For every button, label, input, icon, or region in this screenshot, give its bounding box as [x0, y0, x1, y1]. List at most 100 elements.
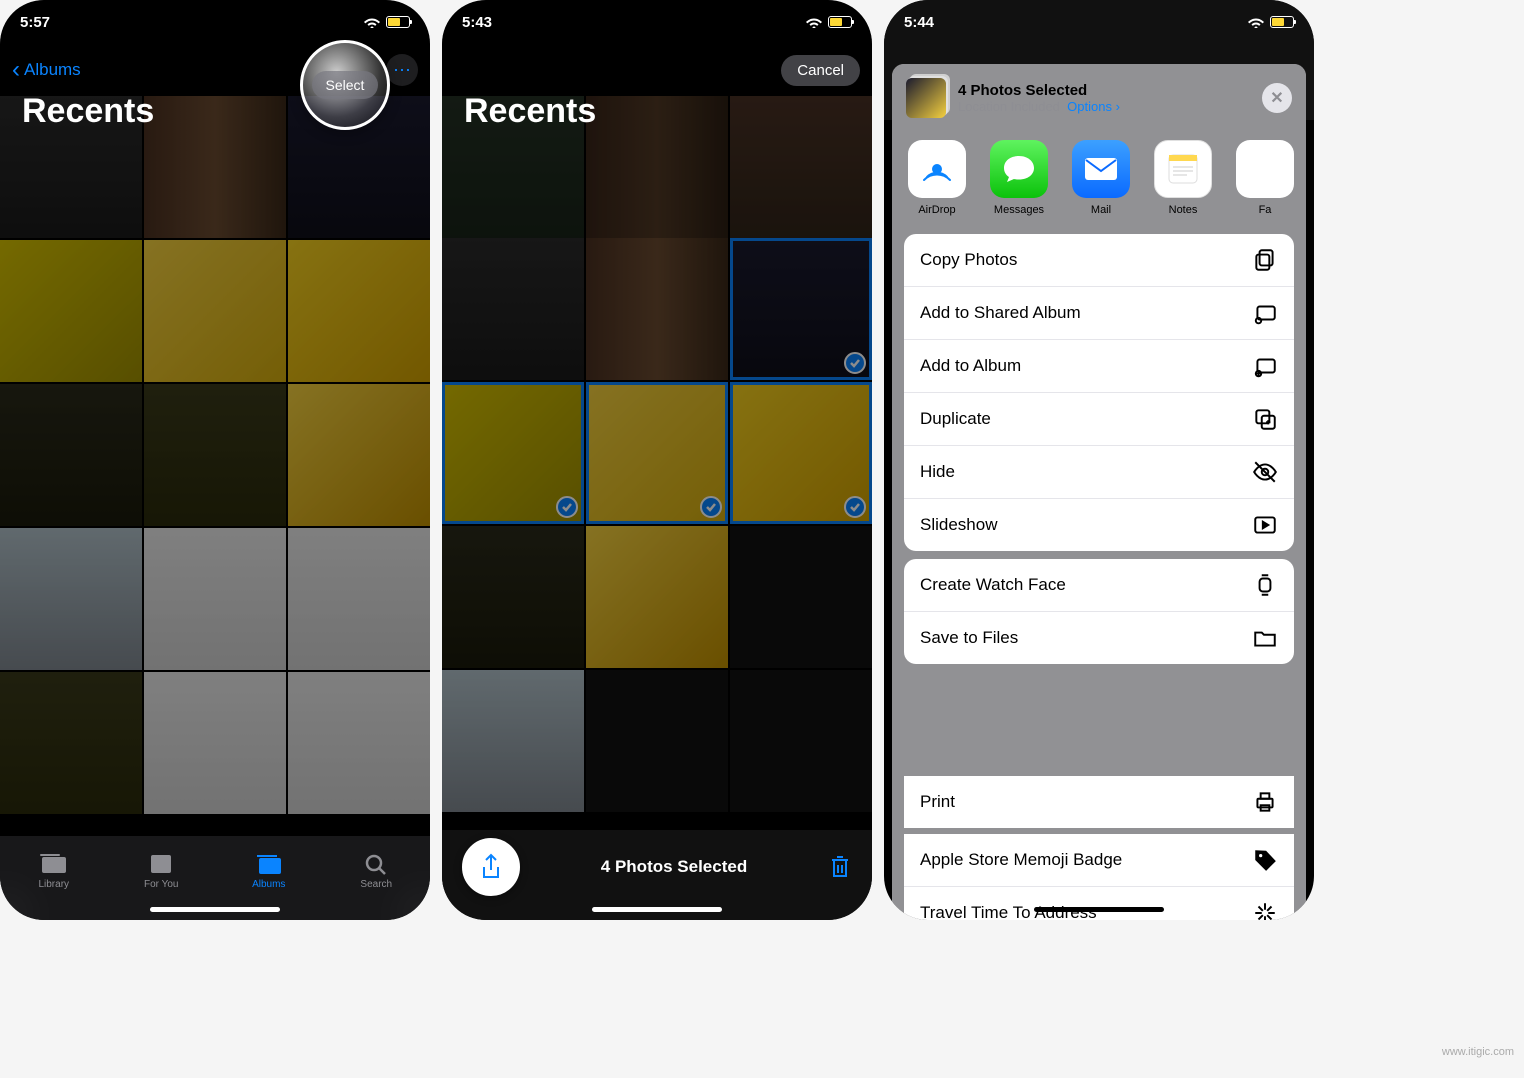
photo-thumbnail[interactable] [144, 384, 286, 526]
screenshot-2: 5:43 Cancel Recents [442, 0, 872, 920]
photo-thumbnail[interactable] [730, 96, 872, 238]
search-icon [362, 853, 390, 875]
photo-thumbnail[interactable] [586, 526, 728, 668]
status-bar: 5:57 [0, 0, 430, 44]
battery-icon [1270, 16, 1294, 28]
share-icon[interactable] [479, 853, 503, 881]
page-title: Recents [464, 92, 596, 131]
select-button[interactable]: Select [312, 71, 379, 99]
action-hide[interactable]: Hide [904, 446, 1294, 499]
action-list: Copy Photos Add to Shared Album Add to A… [892, 234, 1306, 684]
wifi-icon [806, 16, 822, 28]
photo-thumbnail[interactable] [288, 672, 430, 814]
hide-icon [1252, 460, 1278, 484]
clock: 5:44 [904, 14, 934, 31]
action-memoji-badge[interactable]: Apple Store Memoji Badge [904, 834, 1294, 887]
chevron-left-icon: ‹ [12, 56, 20, 84]
share-airdrop[interactable]: AirDrop [906, 140, 968, 216]
photo-thumbnail[interactable] [144, 528, 286, 670]
sheet-header: 4 Photos Selected Location Included Opti… [892, 64, 1306, 132]
photo-thumbnail[interactable] [144, 672, 286, 814]
close-button[interactable]: ✕ [1262, 83, 1292, 113]
status-icons [806, 16, 852, 28]
photo-thumbnail[interactable] [586, 96, 728, 238]
photo-thumbnail-selected[interactable] [442, 382, 584, 524]
back-button[interactable]: ‹ Albums [12, 56, 81, 84]
photo-thumbnail[interactable] [288, 384, 430, 526]
action-slideshow[interactable]: Slideshow [904, 499, 1294, 551]
photo-thumbnail[interactable] [144, 240, 286, 382]
photo-thumbnail[interactable] [144, 96, 286, 238]
tab-label: Albums [252, 879, 285, 890]
options-link[interactable]: Options › [1067, 99, 1120, 114]
tag-icon [1252, 848, 1278, 872]
action-travel-time[interactable]: Travel Time To Address [904, 887, 1294, 920]
sheet-subtitle: Location Included Options › [958, 99, 1250, 114]
tab-search[interactable]: Search [323, 836, 431, 920]
clock: 5:43 [462, 14, 492, 31]
photo-thumbnail[interactable] [442, 238, 584, 380]
nav-bar: Cancel [442, 44, 872, 96]
share-label: Fa [1259, 204, 1272, 216]
trash-button[interactable] [828, 854, 852, 880]
photo-thumbnail[interactable] [442, 670, 584, 812]
photo-thumbnail-selected[interactable] [730, 382, 872, 524]
selected-check-icon [700, 496, 722, 518]
photo-thumbnail[interactable] [288, 240, 430, 382]
photo-thumbnail[interactable] [288, 528, 430, 670]
photo-thumbnail-selected[interactable] [586, 382, 728, 524]
screenshot-1: 5:57 ‹ Albums ⋯ Recents Select [0, 0, 430, 920]
duplicate-icon [1252, 407, 1278, 431]
mail-icon [1083, 156, 1119, 182]
action-print[interactable]: Print [904, 776, 1294, 828]
tab-albums[interactable]: Albums [215, 836, 323, 920]
empty-cell [730, 670, 872, 812]
selected-check-icon [844, 352, 866, 374]
photo-grid [442, 238, 872, 812]
more-button[interactable]: ⋯ [386, 54, 418, 86]
tab-bar: Library For You Albums Search [0, 836, 430, 920]
wifi-icon [1248, 16, 1264, 28]
share-mail[interactable]: Mail [1070, 140, 1132, 216]
library-icon [40, 853, 68, 875]
shared-album-icon [1252, 301, 1278, 325]
share-targets-row[interactable]: AirDrop Messages Mail Notes Fa [892, 132, 1306, 234]
cancel-button[interactable]: Cancel [781, 55, 860, 86]
action-add-album[interactable]: Add to Album [904, 340, 1294, 393]
status-icons [1248, 16, 1294, 28]
foryou-icon [147, 853, 175, 875]
tab-foryou[interactable]: For You [108, 836, 216, 920]
screenshot-3: 5:44 4 Photos Selected Location Included… [884, 0, 1314, 920]
action-duplicate[interactable]: Duplicate [904, 393, 1294, 446]
action-create-watch-face[interactable]: Create Watch Face [904, 559, 1294, 612]
watch-icon [1252, 573, 1278, 597]
photo-thumbnail[interactable] [0, 528, 142, 670]
page-title: Recents [22, 92, 154, 131]
tab-library[interactable]: Library [0, 836, 108, 920]
action-add-shared-album[interactable]: Add to Shared Album [904, 287, 1294, 340]
photo-thumbnail-selected[interactable] [730, 238, 872, 380]
share-more[interactable]: Fa [1234, 140, 1296, 216]
album-icon [1252, 354, 1278, 378]
messages-icon [1002, 154, 1036, 184]
photo-thumbnail[interactable] [442, 526, 584, 668]
share-messages[interactable]: Messages [988, 140, 1050, 216]
action-copy-photos[interactable]: Copy Photos [904, 234, 1294, 287]
photo-thumbnail[interactable] [730, 526, 872, 668]
photo-grid [0, 96, 430, 814]
albums-icon [255, 853, 283, 875]
slideshow-icon [1252, 513, 1278, 537]
selected-check-icon [556, 496, 578, 518]
share-notes[interactable]: Notes [1152, 140, 1214, 216]
sparkle-icon [1252, 901, 1278, 920]
tab-label: Search [360, 879, 392, 890]
photo-thumbnail[interactable] [0, 384, 142, 526]
photo-thumbnail[interactable] [0, 672, 142, 814]
battery-icon [386, 16, 410, 28]
photo-thumbnail[interactable] [586, 238, 728, 380]
notes-icon [1165, 151, 1201, 187]
photo-thumbnail[interactable] [0, 240, 142, 382]
home-indicator [1034, 907, 1164, 912]
action-save-files[interactable]: Save to Files [904, 612, 1294, 664]
tab-label: Library [38, 879, 69, 890]
